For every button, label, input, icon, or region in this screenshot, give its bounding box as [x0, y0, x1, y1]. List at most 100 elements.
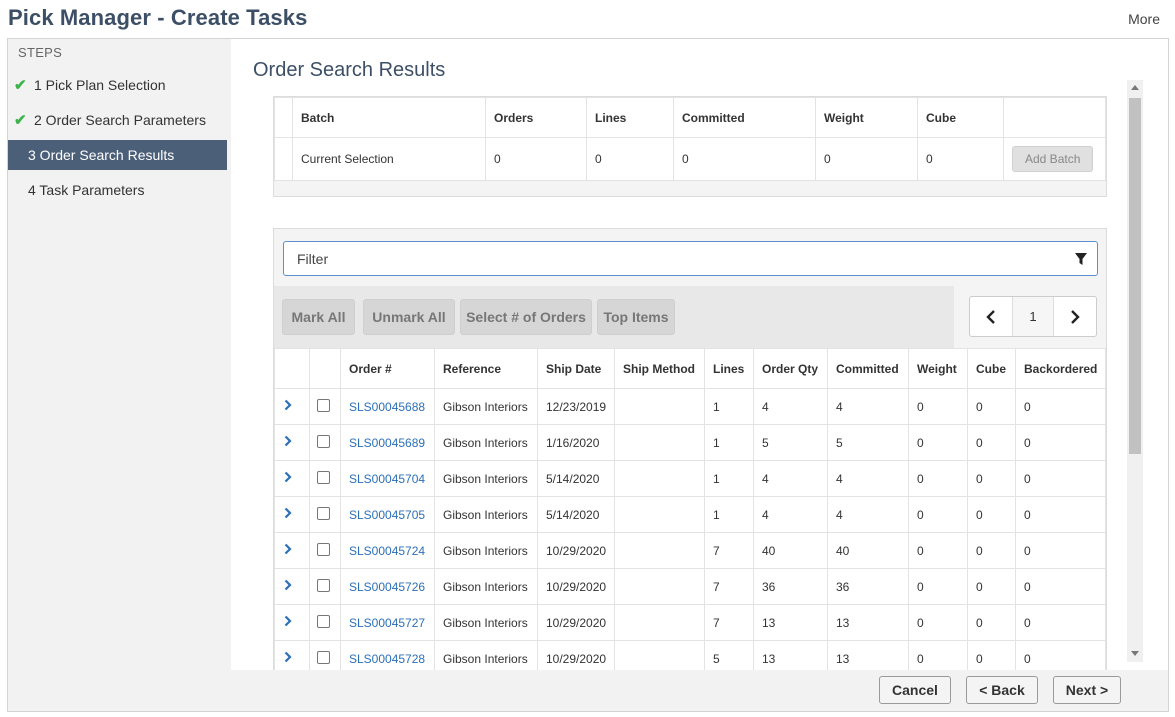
select-number-of-orders-button[interactable]: Select # of Orders — [460, 299, 592, 335]
previous-page-button[interactable] — [970, 297, 1012, 336]
cube-cell: 0 — [967, 532, 1016, 569]
expand-cell[interactable] — [274, 424, 310, 461]
cancel-button[interactable]: Cancel — [879, 676, 951, 704]
weight-cell: 0 — [908, 496, 968, 533]
backordered-cell: 0 — [1015, 640, 1106, 670]
add-batch-button[interactable]: Add Batch — [1012, 146, 1094, 172]
expand-cell[interactable] — [274, 496, 310, 533]
step-order-search-results[interactable]: 3 Order Search Results — [8, 140, 227, 170]
batch-cell: 0 — [917, 137, 1004, 181]
page-title: Pick Manager - Create Tasks — [8, 5, 308, 30]
select-cell — [309, 640, 341, 670]
order-checkbox[interactable] — [317, 578, 330, 592]
order-link[interactable]: SLS00045727 — [349, 616, 425, 630]
order-number-cell: SLS00045724 — [340, 532, 435, 569]
order-link[interactable]: SLS00045726 — [349, 580, 425, 594]
check-icon: ✔ — [14, 77, 27, 94]
chevron-right-icon[interactable] — [284, 579, 292, 591]
committed-cell: 40 — [827, 532, 909, 569]
top-items-button[interactable]: Top Items — [597, 299, 675, 335]
order-checkbox[interactable] — [317, 614, 330, 628]
chevron-right-icon[interactable] — [284, 543, 292, 555]
select-col-header — [309, 348, 341, 389]
cube-cell: 0 — [967, 568, 1016, 605]
next-button[interactable]: Next > — [1053, 676, 1121, 704]
order-link[interactable]: SLS00045704 — [349, 472, 425, 486]
col-ship-date[interactable]: Ship Date — [537, 348, 615, 389]
batch-cell: 0 — [586, 137, 674, 181]
chevron-right-icon[interactable] — [284, 435, 292, 447]
batch-col-cube: Cube — [917, 97, 1004, 138]
chevron-right-icon[interactable] — [284, 507, 292, 519]
step-order-search-parameters[interactable]: ✔ 2 Order Search Parameters — [8, 105, 227, 135]
col-lines[interactable]: Lines — [704, 348, 754, 389]
vertical-scrollbar[interactable] — [1127, 80, 1143, 662]
scroll-down-arrow-icon[interactable] — [1131, 651, 1139, 656]
order-link[interactable]: SLS00045705 — [349, 508, 425, 522]
chevron-right-icon[interactable] — [284, 399, 292, 411]
cube-cell: 0 — [967, 388, 1016, 425]
reference-cell: Gibson Interiors — [434, 532, 538, 569]
ship-date-cell: 10/29/2020 — [537, 640, 615, 670]
order-checkbox[interactable] — [317, 434, 330, 448]
col-committed[interactable]: Committed — [827, 348, 909, 389]
order-link[interactable]: SLS00045688 — [349, 400, 425, 414]
steps-sidebar: STEPS ✔ 1 Pick Plan Selection ✔ 2 Order … — [8, 39, 231, 669]
order-link[interactable]: SLS00045689 — [349, 436, 425, 450]
reference-cell: Gibson Interiors — [434, 460, 538, 497]
order-checkbox[interactable] — [317, 398, 330, 412]
backordered-cell: 0 — [1015, 388, 1106, 425]
weight-cell: 0 — [908, 424, 968, 461]
orders-body: SLS00045688 Gibson Interiors 12/23/2019 … — [274, 388, 1106, 670]
col-ship-method[interactable]: Ship Method — [614, 348, 705, 389]
order-qty-cell: 13 — [753, 604, 828, 641]
step-pick-plan-selection[interactable]: ✔ 1 Pick Plan Selection — [8, 70, 227, 100]
order-checkbox[interactable] — [317, 470, 330, 484]
col-weight[interactable]: Weight — [908, 348, 968, 389]
col-cube[interactable]: Cube — [967, 348, 1016, 389]
reference-cell: Gibson Interiors — [434, 496, 538, 533]
order-link[interactable]: SLS00045724 — [349, 544, 425, 558]
batch-col-lines: Lines — [586, 97, 674, 138]
ship-date-cell: 5/14/2020 — [537, 460, 615, 497]
current-page[interactable]: 1 — [1012, 297, 1054, 336]
ship-method-cell — [614, 532, 705, 569]
expand-cell[interactable] — [274, 388, 310, 425]
expand-cell[interactable] — [274, 568, 310, 605]
unmark-all-button[interactable]: Unmark All — [363, 299, 455, 335]
scroll-up-arrow-icon[interactable] — [1131, 85, 1139, 90]
col-order-number[interactable]: Order # — [340, 348, 435, 389]
order-link[interactable]: SLS00045728 — [349, 652, 425, 666]
col-reference[interactable]: Reference — [434, 348, 538, 389]
scrollbar-thumb[interactable] — [1129, 98, 1141, 454]
expand-cell[interactable] — [274, 640, 310, 670]
expand-cell[interactable] — [274, 460, 310, 497]
orders-header-row: Order # Reference Ship Date Ship Method … — [274, 348, 1106, 389]
cube-cell: 0 — [967, 496, 1016, 533]
step-label: 4 Task Parameters — [28, 182, 145, 198]
step-task-parameters[interactable]: 4 Task Parameters — [8, 175, 227, 205]
order-checkbox[interactable] — [317, 506, 330, 520]
expand-cell[interactable] — [274, 532, 310, 569]
lines-cell: 1 — [704, 460, 754, 497]
chevron-right-icon[interactable] — [284, 471, 292, 483]
col-backordered[interactable]: Backordered — [1015, 348, 1106, 389]
backordered-cell: 0 — [1015, 424, 1106, 461]
mark-all-button[interactable]: Mark All — [282, 299, 355, 335]
order-qty-cell: 13 — [753, 640, 828, 670]
order-number-cell: SLS00045728 — [340, 640, 435, 670]
order-checkbox[interactable] — [317, 650, 330, 664]
more-menu[interactable]: More — [1128, 11, 1160, 27]
next-page-button[interactable] — [1054, 297, 1096, 336]
expand-cell[interactable] — [274, 604, 310, 641]
order-checkbox[interactable] — [317, 542, 330, 556]
chevron-right-icon[interactable] — [284, 615, 292, 627]
chevron-right-icon[interactable] — [284, 651, 292, 663]
order-number-cell: SLS00045704 — [340, 460, 435, 497]
filter-input[interactable] — [284, 242, 1044, 275]
funnel-icon[interactable] — [1075, 252, 1087, 266]
col-order-qty[interactable]: Order Qty — [753, 348, 828, 389]
weight-cell: 0 — [908, 532, 968, 569]
back-button[interactable]: < Back — [966, 676, 1038, 704]
expand-col-header — [274, 348, 310, 389]
